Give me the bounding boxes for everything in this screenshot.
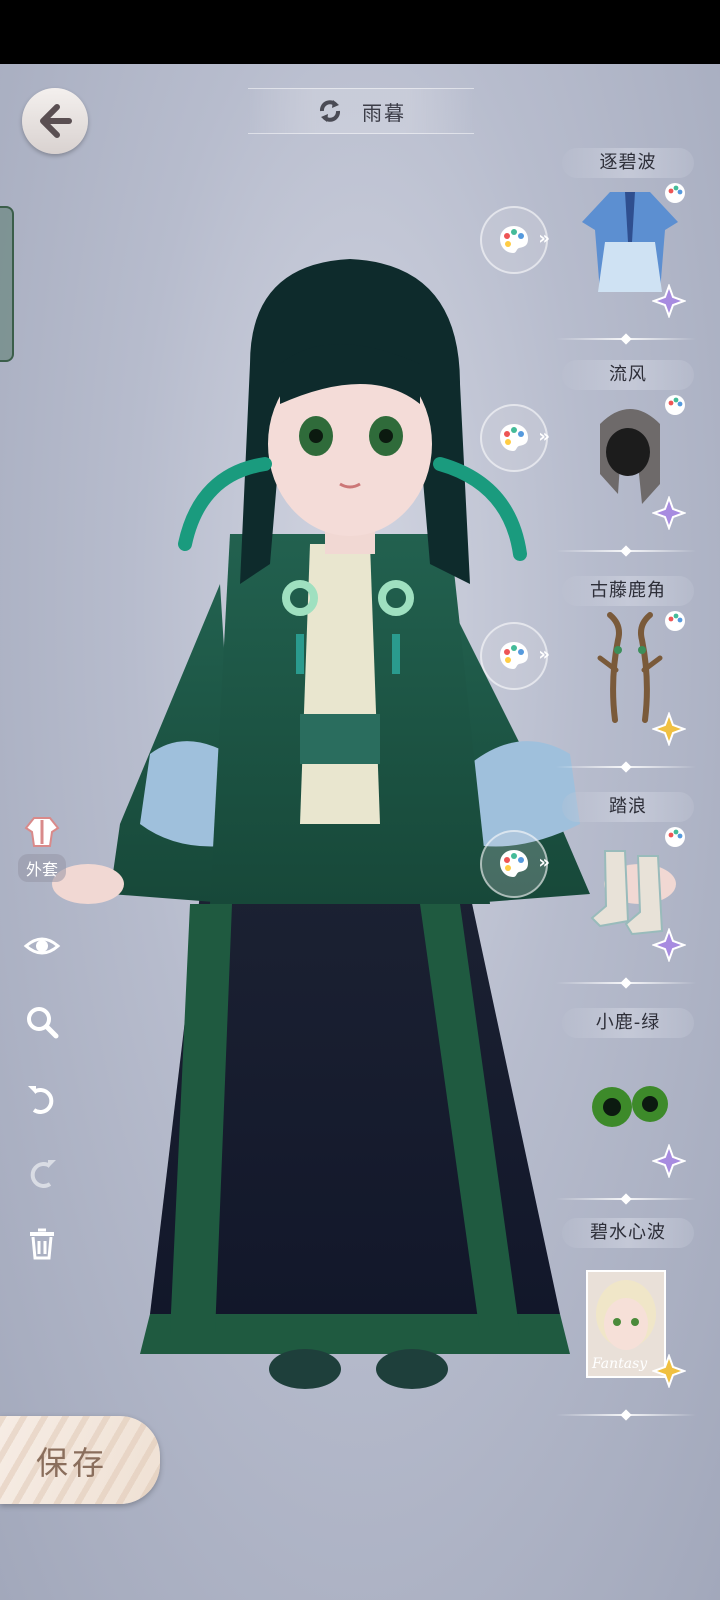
back-arrow-icon	[40, 104, 72, 138]
item-name: 碧水心波	[562, 1218, 694, 1248]
delete-button[interactable]	[14, 1224, 70, 1264]
coat-icon	[24, 817, 60, 847]
trash-icon	[30, 1228, 54, 1260]
chevron-right-icon: »	[538, 426, 550, 447]
purple-star-icon	[652, 496, 686, 530]
card-text: Fantasy	[592, 1356, 648, 1372]
item-name: 流风	[562, 360, 694, 390]
gold-star-icon	[652, 1354, 686, 1388]
dye-button-1[interactable]: »	[480, 206, 550, 274]
redo-icon	[30, 1160, 56, 1188]
outfit-title: 雨暮	[362, 100, 406, 125]
coat-category-button[interactable]: 外套	[14, 812, 70, 882]
dye-button-3[interactable]: »	[480, 622, 550, 690]
palette-icon	[665, 183, 685, 203]
zoom-button[interactable]	[14, 1002, 70, 1042]
equipped-items-panel: 逐碧波 流风 古藤鹿角 踏浪 小鹿-绿 碧水心波 Fantasy	[556, 148, 706, 1438]
dye-button-2[interactable]: »	[480, 404, 550, 472]
undo-button[interactable]	[14, 1080, 70, 1120]
divider	[556, 1414, 696, 1416]
palette-icon	[500, 850, 528, 877]
palette-icon	[500, 642, 528, 669]
save-button[interactable]: 保存	[0, 1416, 160, 1504]
divider	[556, 766, 696, 768]
refresh-icon[interactable]	[316, 97, 344, 125]
back-button[interactable]	[22, 88, 88, 154]
purple-star-icon	[652, 928, 686, 962]
palette-icon	[500, 226, 528, 253]
side-handle[interactable]	[0, 206, 14, 362]
item-name: 小鹿-绿	[562, 1008, 694, 1038]
item-name: 逐碧波	[562, 148, 694, 178]
palette-icon	[665, 395, 685, 415]
save-label: 保存	[36, 1444, 109, 1482]
coat-label: 外套	[17, 854, 66, 882]
purple-star-icon	[652, 284, 686, 318]
chevron-right-icon: »	[538, 644, 550, 665]
divider	[556, 338, 696, 340]
magnifier-icon	[27, 1007, 59, 1039]
chevron-right-icon: »	[538, 852, 550, 873]
divider	[556, 982, 696, 984]
palette-icon	[500, 424, 528, 451]
item-name: 踏浪	[562, 792, 694, 822]
divider	[556, 1198, 696, 1200]
palette-icon	[665, 827, 685, 847]
dressup-scene: 雨暮 外套 » » » » 逐碧波 流风 古藤鹿角 踏浪 小鹿-绿 碧水心波 F…	[0, 64, 720, 1600]
gold-star-icon	[652, 712, 686, 746]
chevron-right-icon: »	[538, 228, 550, 249]
palette-icon	[665, 611, 685, 631]
purple-star-icon	[652, 1144, 686, 1178]
redo-button[interactable]	[14, 1154, 70, 1194]
item-name: 古藤鹿角	[562, 576, 694, 606]
dye-button-4[interactable]: »	[480, 830, 550, 898]
divider	[556, 550, 696, 552]
undo-icon	[28, 1086, 54, 1114]
outfit-title-bar[interactable]: 雨暮	[248, 88, 474, 134]
eye-icon	[23, 937, 61, 955]
toggle-view-button[interactable]	[14, 926, 70, 966]
status-bar	[0, 0, 720, 64]
